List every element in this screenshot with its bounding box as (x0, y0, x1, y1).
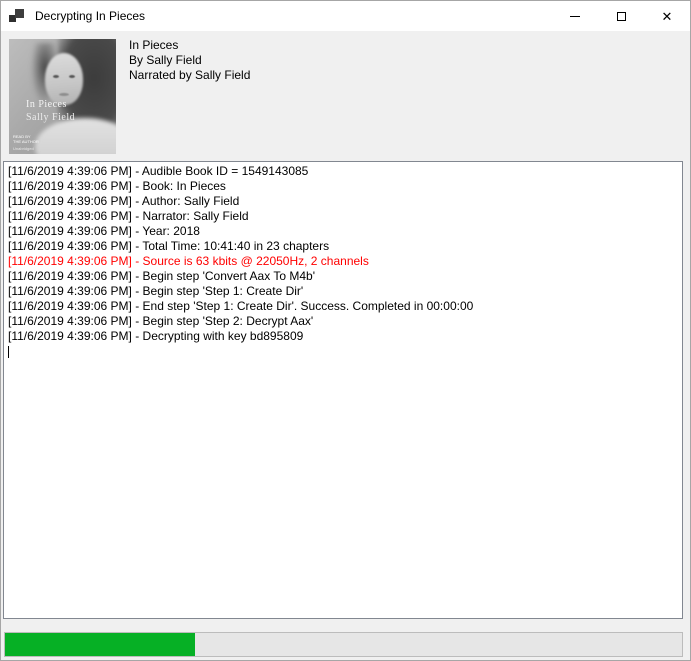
cover-art-shoulder (35, 118, 116, 154)
book-narrator-label: Narrated by Sally Field (129, 68, 250, 83)
log-entry: [11/6/2019 4:39:06 PM] - Begin step 'Ste… (8, 284, 680, 299)
log-entry: [11/6/2019 4:39:06 PM] - Source is 63 kb… (8, 254, 680, 269)
client-area: In Pieces Sally Field READ BY THE AUTHOR… (1, 31, 690, 660)
progress-bar (4, 632, 683, 657)
titlebar[interactable]: Decrypting In Pieces ✕ (1, 1, 690, 31)
log-entry: [11/6/2019 4:39:06 PM] - Begin step 'Ste… (8, 314, 680, 329)
text-caret (8, 346, 9, 358)
book-info: In Pieces By Sally Field Narrated by Sal… (129, 38, 250, 83)
cover-art-face (45, 53, 83, 105)
progress-fill (5, 633, 195, 656)
cover-art-eye (53, 75, 59, 78)
cover-author-text: Sally Field (26, 112, 75, 123)
cover-badge-sub: Unabridged (13, 146, 34, 151)
app-icon (9, 8, 25, 24)
window-title: Decrypting In Pieces (35, 9, 145, 23)
log-entry: [11/6/2019 4:39:06 PM] - Audible Book ID… (8, 164, 680, 179)
log-entry: [11/6/2019 4:39:06 PM] - Begin step 'Con… (8, 269, 680, 284)
log-entry: [11/6/2019 4:39:06 PM] - End step 'Step … (8, 299, 680, 314)
cover-art-eye (69, 75, 75, 78)
book-title-label: In Pieces (129, 38, 250, 53)
close-icon: ✕ (662, 10, 673, 23)
maximize-icon (617, 12, 626, 21)
cover-title-text: In Pieces (26, 99, 67, 110)
window-controls: ✕ (552, 1, 690, 31)
log-entry: [11/6/2019 4:39:06 PM] - Decrypting with… (8, 329, 680, 344)
app-icon-square-big (15, 9, 24, 18)
maximize-button[interactable] (598, 1, 644, 31)
minimize-icon (570, 16, 580, 17)
close-button[interactable]: ✕ (644, 1, 690, 31)
book-cover-image: In Pieces Sally Field READ BY THE AUTHOR… (9, 39, 116, 154)
cover-badge-line: THE AUTHOR (13, 139, 39, 144)
cover-art-mouth (59, 93, 69, 96)
log-textbox[interactable]: [11/6/2019 4:39:06 PM] - Audible Book ID… (3, 161, 683, 619)
cover-badge: READ BY THE AUTHOR (13, 134, 39, 144)
book-author-label: By Sally Field (129, 53, 250, 68)
log-entry: [11/6/2019 4:39:06 PM] - Book: In Pieces (8, 179, 680, 194)
log-entry: [11/6/2019 4:39:06 PM] - Author: Sally F… (8, 194, 680, 209)
app-window: Decrypting In Pieces ✕ In Pieces Sally F… (0, 0, 691, 661)
log-entry: [11/6/2019 4:39:06 PM] - Total Time: 10:… (8, 239, 680, 254)
log-entry: [11/6/2019 4:39:06 PM] - Year: 2018 (8, 224, 680, 239)
log-entry: [11/6/2019 4:39:06 PM] - Narrator: Sally… (8, 209, 680, 224)
minimize-button[interactable] (552, 1, 598, 31)
